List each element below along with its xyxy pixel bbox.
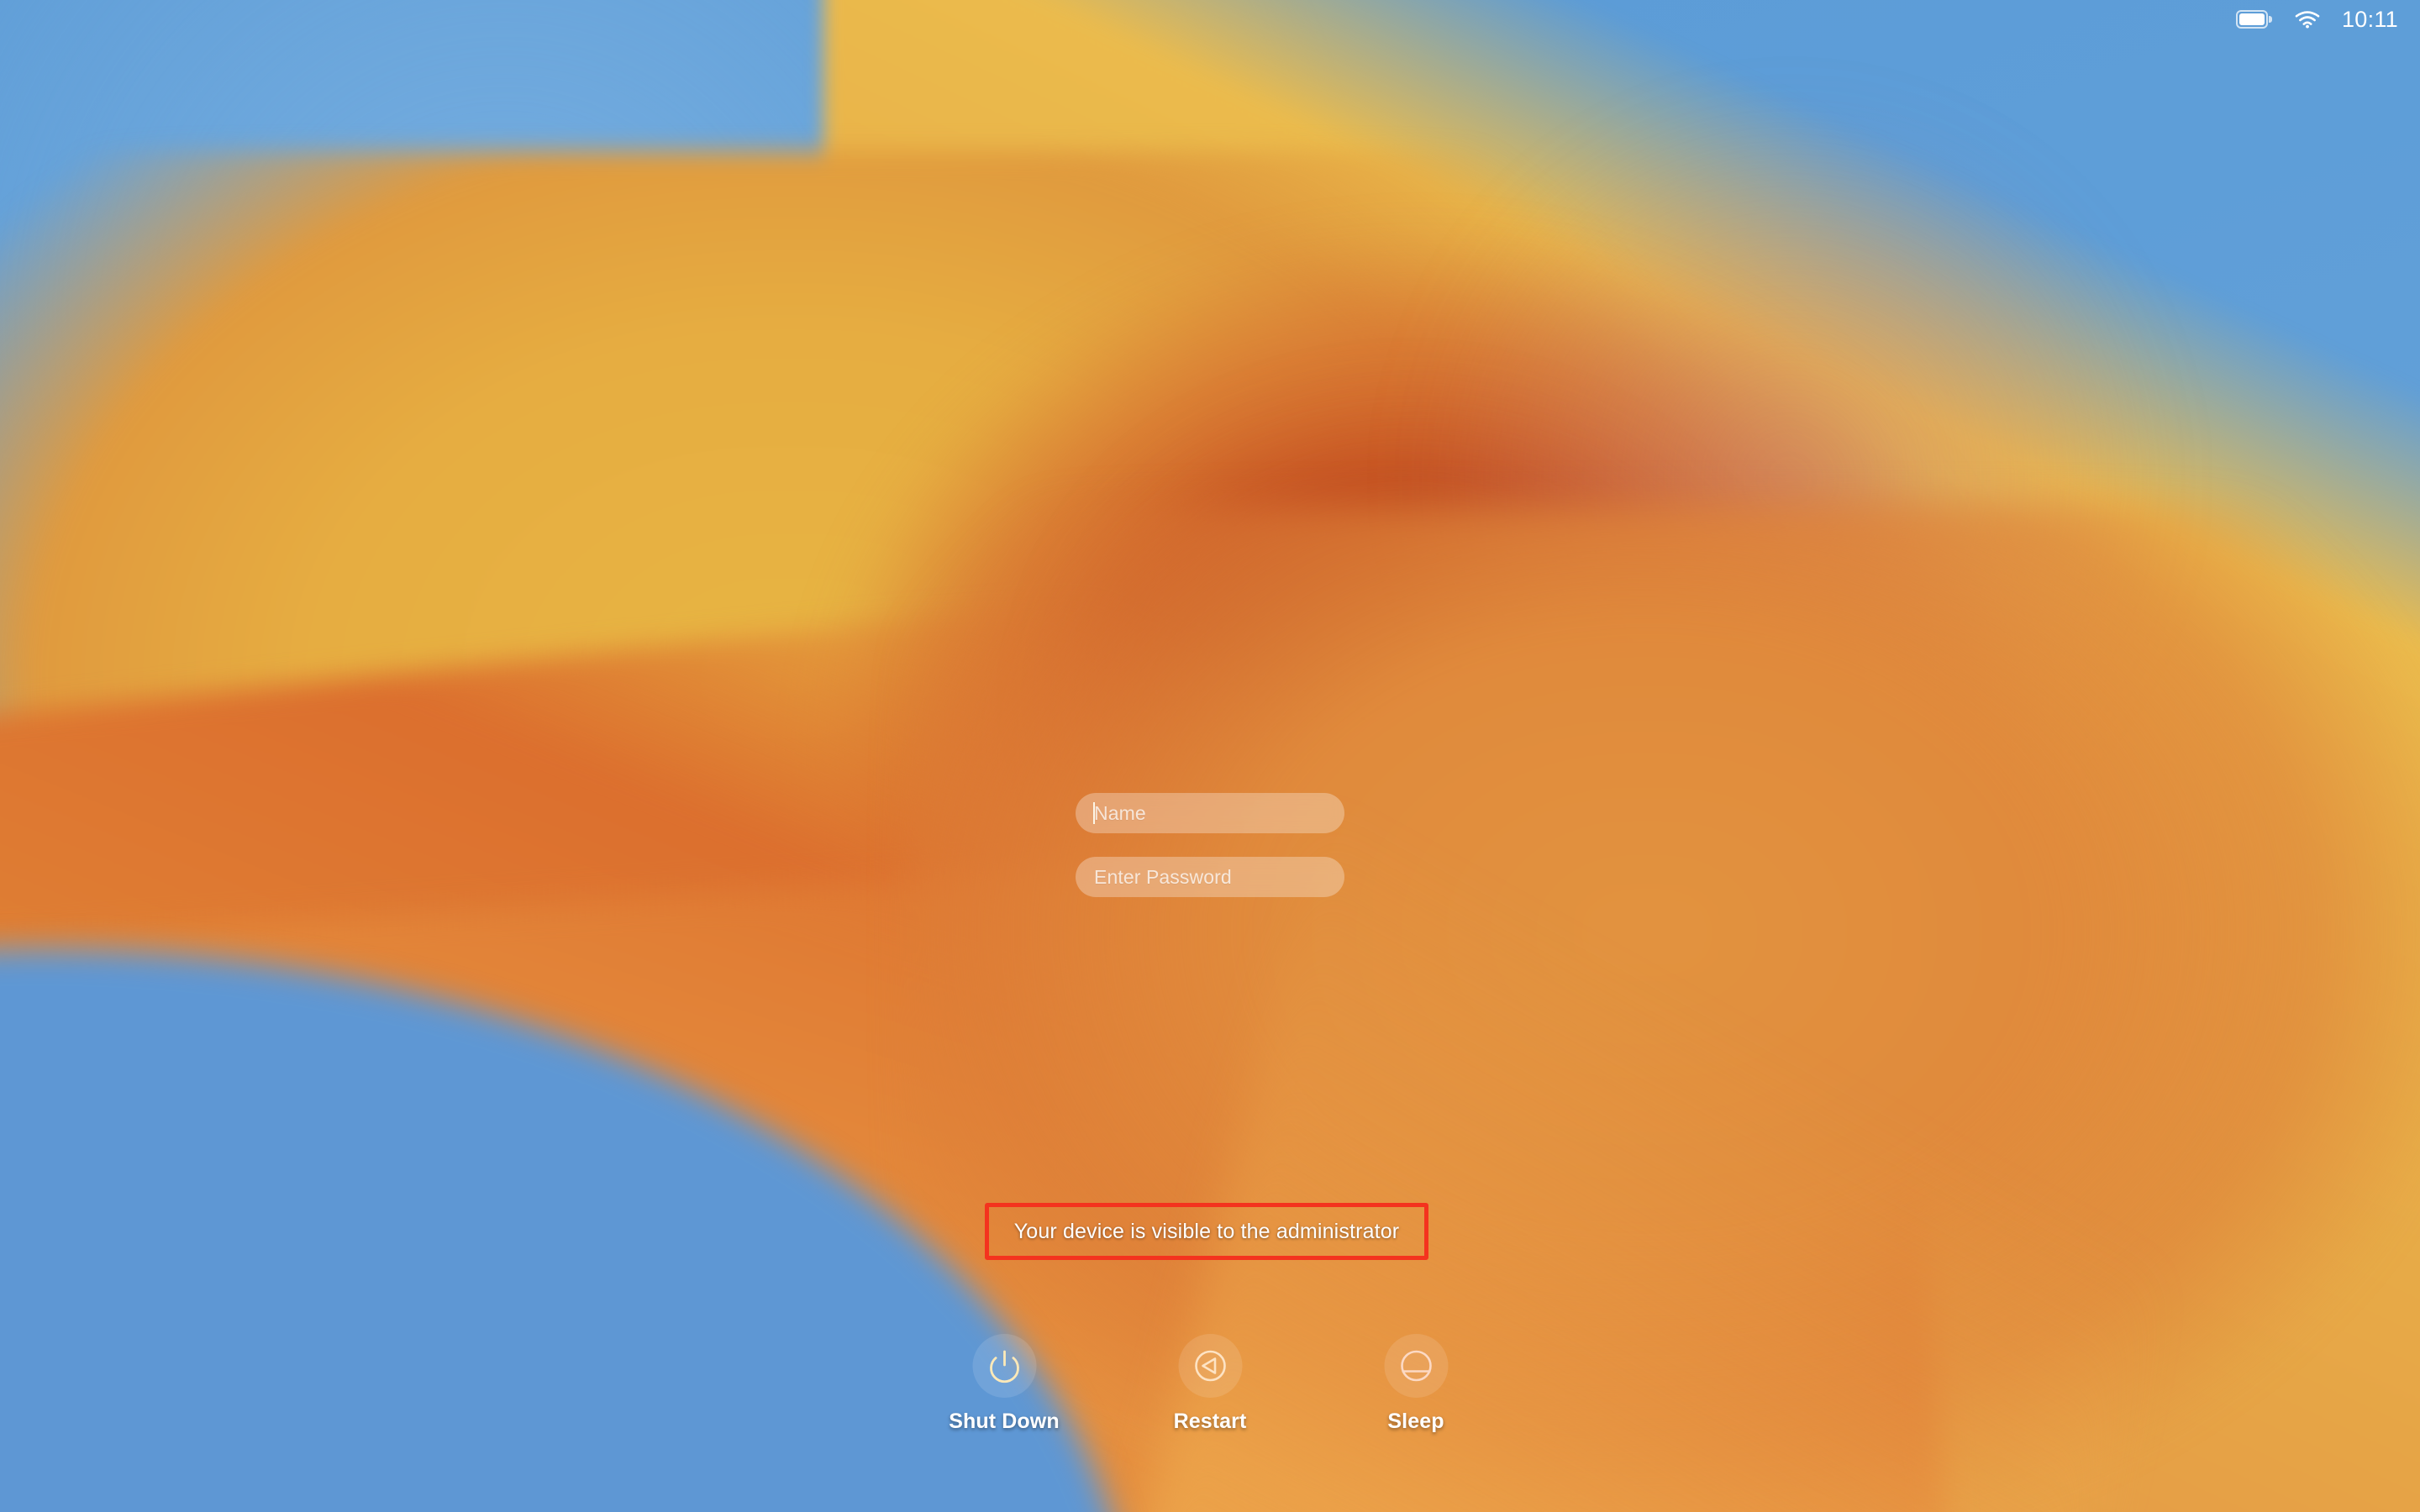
restart-triangle-icon bbox=[1194, 1350, 1226, 1382]
shut-down-icon-circle bbox=[972, 1334, 1036, 1398]
name-input[interactable]: Name bbox=[1076, 793, 1344, 833]
sleep-icon-circle bbox=[1384, 1334, 1448, 1398]
sleep-icon bbox=[1400, 1350, 1432, 1382]
password-input-placeholder: Enter Password bbox=[1094, 865, 1232, 888]
menu-bar-clock[interactable]: 10:11 bbox=[2342, 8, 2398, 31]
text-caret bbox=[1093, 802, 1095, 824]
name-input-placeholder: Name bbox=[1094, 801, 1146, 824]
password-input[interactable]: Enter Password bbox=[1076, 857, 1344, 897]
admin-notice-banner: Your device is visible to the administra… bbox=[985, 1203, 1428, 1260]
battery-status[interactable] bbox=[2235, 10, 2273, 29]
restart-label: Restart bbox=[1173, 1410, 1247, 1433]
power-actions-row: Shut Down Restart Sleep bbox=[902, 1334, 1519, 1434]
battery-full-icon bbox=[2235, 10, 2273, 29]
login-form: Name Enter Password bbox=[1076, 793, 1344, 897]
sleep-button[interactable]: Sleep bbox=[1313, 1334, 1519, 1434]
wifi-icon bbox=[2295, 11, 2320, 29]
wifi-status[interactable] bbox=[2295, 10, 2320, 29]
desktop-wallpaper bbox=[0, 0, 2420, 1512]
restart-icon-circle bbox=[1178, 1334, 1242, 1398]
restart-button[interactable]: Restart bbox=[1107, 1334, 1313, 1434]
admin-notice-text: Your device is visible to the administra… bbox=[1013, 1219, 1400, 1243]
shut-down-button[interactable]: Shut Down bbox=[902, 1334, 1107, 1434]
menu-bar: 10:11 bbox=[0, 0, 2420, 39]
sleep-label: Sleep bbox=[1387, 1410, 1444, 1433]
power-icon bbox=[989, 1350, 1019, 1383]
shut-down-label: Shut Down bbox=[949, 1410, 1060, 1433]
